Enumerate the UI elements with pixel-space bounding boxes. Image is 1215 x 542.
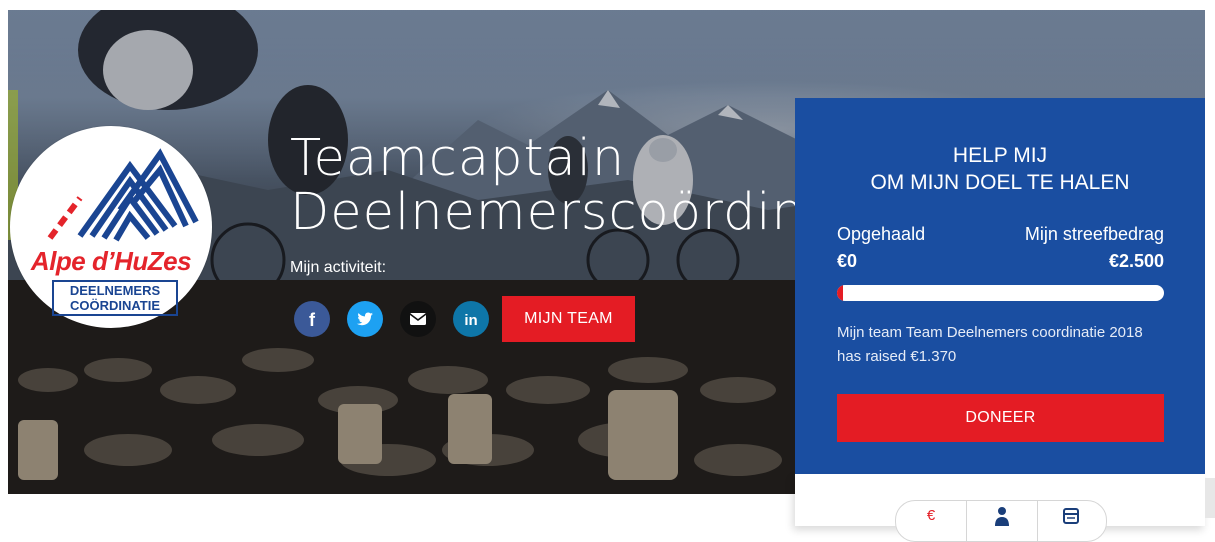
linkedin-glyph: in — [464, 312, 477, 329]
activity-label: Mijn activiteit: — [290, 259, 387, 276]
page-title: Teamcaptain Deelnemerscoördinatie — [290, 132, 800, 244]
donate-button[interactable]: DONEER — [837, 394, 1164, 442]
team-raised-text: Mijn team Team Deelnemers coordinatie 20… — [837, 324, 1143, 365]
goal-label: Mijn streefbedrag — [1024, 224, 1164, 244]
linkedin-icon: in — [464, 312, 477, 329]
page-title-line1: Teamcaptain — [290, 132, 626, 188]
alpe-dhuzes-logo: Alpe d’HuZes DEELNEMERS COÖRDINATIE — [10, 126, 212, 328]
logo-subtitle-line2: COÖRDINATIE — [69, 298, 161, 313]
donation-heading-line1: HELP MIJ — [952, 144, 1048, 167]
donation-panel: HELP MIJ OM MIJN DOEL TE HALEN Opgehaald… — [795, 98, 1205, 474]
logo-subtitle-line1: DEELNEMERS — [69, 283, 161, 298]
tab-donations[interactable]: € — [896, 501, 966, 541]
facebook-glyph: f — [309, 310, 316, 330]
tab-activities[interactable] — [1036, 501, 1106, 541]
calendar-icon — [1063, 508, 1079, 524]
scroll-edge[interactable] — [1205, 478, 1215, 518]
donation-heading-line2: OM MIJN DOEL TE HALEN — [870, 171, 1130, 194]
email-share-button[interactable] — [400, 301, 436, 337]
raised-amount: €0 — [837, 251, 858, 271]
raised-label: Opgehaald — [837, 224, 926, 244]
goal-amount: €2.500 — [1108, 251, 1164, 271]
twitter-share-button[interactable] — [347, 301, 383, 337]
page-title-line2: Deelnemerscoördinatie — [290, 183, 800, 242]
panel-tab-area: € — [795, 474, 1205, 542]
linkedin-share-button[interactable]: in — [453, 301, 489, 337]
euro-icon: € — [926, 507, 936, 524]
twitter-icon — [357, 312, 373, 326]
email-icon — [409, 313, 427, 325]
donation-progress-fill — [837, 285, 843, 301]
logo-subtitle: DEELNEMERS COÖRDINATIE — [52, 280, 178, 316]
donation-progress-bar — [837, 285, 1164, 301]
tab-profile[interactable] — [966, 501, 1038, 541]
logo-wordmark: Alpe d’HuZes — [30, 246, 192, 276]
person-icon — [995, 507, 1009, 526]
facebook-icon: f — [309, 310, 316, 330]
facebook-share-button[interactable]: f — [294, 301, 330, 337]
my-team-button[interactable]: MIJN TEAM — [502, 296, 635, 342]
panel-tab-bar: € — [895, 500, 1107, 542]
